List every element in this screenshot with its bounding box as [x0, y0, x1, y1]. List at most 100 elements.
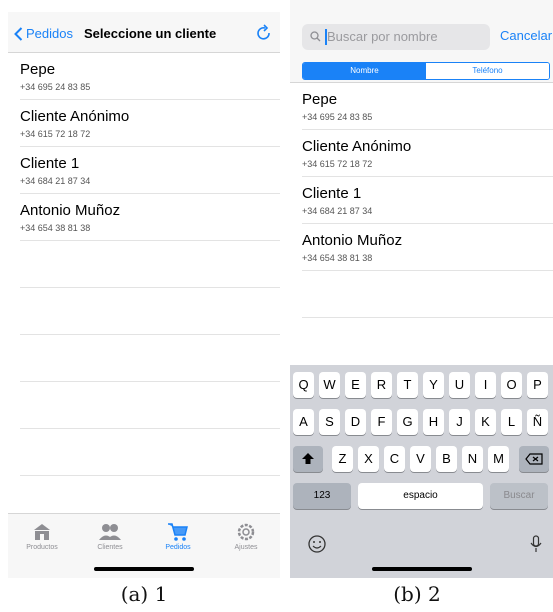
search-icon — [310, 31, 321, 42]
chevron-left-icon — [14, 26, 23, 41]
list-item[interactable]: Cliente Anónimo +34 615 72 18 72 — [302, 130, 553, 177]
client-phone: +34 615 72 18 72 — [20, 129, 91, 139]
key-i[interactable]: I — [475, 372, 496, 398]
client-phone: +34 695 24 83 85 — [20, 82, 91, 92]
key-c[interactable]: C — [384, 446, 405, 472]
empty-row — [302, 271, 553, 318]
key-w[interactable]: W — [319, 372, 340, 398]
list-item[interactable]: Antonio Muñoz +34 654 38 81 38 — [20, 194, 280, 241]
delete-key[interactable] — [519, 446, 549, 472]
key-x[interactable]: X — [358, 446, 379, 472]
client-name: Antonio Muñoz — [302, 232, 403, 249]
caption-a: (a) 1 — [120, 582, 168, 606]
tab-ajustes[interactable]: Ajustes — [212, 520, 280, 551]
shift-key[interactable] — [293, 446, 323, 472]
key-d[interactable]: D — [345, 409, 366, 435]
list-item[interactable]: Antonio Muñoz +34 654 38 81 38 — [302, 224, 553, 271]
list-item[interactable]: Pepe +34 695 24 83 85 — [20, 53, 280, 100]
client-phone: +34 654 38 81 38 — [20, 223, 91, 233]
space-key[interactable]: espacio — [358, 483, 483, 509]
key-k[interactable]: K — [475, 409, 496, 435]
client-list: Pepe +34 695 24 83 85 Cliente Anónimo +3… — [8, 53, 280, 476]
refresh-icon — [257, 24, 270, 40]
client-name: Cliente Anónimo — [20, 108, 130, 125]
client-phone: +34 684 21 87 34 — [302, 206, 373, 216]
tab-label: Productos — [26, 544, 58, 551]
key-j[interactable]: J — [449, 409, 470, 435]
microphone-icon — [530, 535, 542, 552]
key-b[interactable]: B — [436, 446, 457, 472]
dictation-key[interactable] — [530, 535, 542, 558]
list-item[interactable]: Cliente 1 +34 684 21 87 34 — [20, 147, 280, 194]
client-list: Pepe +34 695 24 83 85 Cliente Anónimo +3… — [290, 83, 553, 318]
gear-icon — [237, 523, 255, 541]
key-enye[interactable]: Ñ — [527, 409, 548, 435]
key-v[interactable]: V — [410, 446, 431, 472]
tab-label: Pedidos — [165, 544, 191, 551]
client-phone: +34 654 38 81 38 — [302, 253, 373, 263]
client-phone: +34 695 24 83 85 — [302, 112, 373, 122]
empty-row — [20, 288, 280, 335]
key-z[interactable]: Z — [332, 446, 353, 472]
empty-row — [20, 335, 280, 382]
client-phone: +34 615 72 18 72 — [302, 159, 373, 169]
key-f[interactable]: F — [371, 409, 392, 435]
back-button[interactable]: Pedidos — [14, 26, 73, 41]
list-item[interactable]: Cliente Anónimo +34 615 72 18 72 — [20, 100, 280, 147]
screen-select-client: Pedidos Seleccione un cliente Pepe +34 6… — [8, 0, 280, 578]
tab-label: Ajustes — [234, 544, 258, 551]
key-q[interactable]: Q — [293, 372, 314, 398]
key-l[interactable]: L — [501, 409, 522, 435]
search-input[interactable]: Buscar por nombre — [302, 24, 490, 50]
search-placeholder: Buscar por nombre — [327, 29, 438, 44]
shift-icon — [302, 453, 314, 464]
emoji-key[interactable] — [308, 535, 326, 558]
refresh-button[interactable] — [256, 24, 272, 47]
client-phone: +34 684 21 87 34 — [20, 176, 91, 186]
client-name: Antonio Muñoz — [20, 202, 121, 219]
key-g[interactable]: G — [397, 409, 418, 435]
key-n[interactable]: N — [462, 446, 483, 472]
key-e[interactable]: E — [345, 372, 366, 398]
key-a[interactable]: A — [293, 409, 314, 435]
search-key[interactable]: Buscar — [490, 483, 548, 509]
key-t[interactable]: T — [397, 372, 418, 398]
list-item[interactable]: Pepe +34 695 24 83 85 — [302, 83, 553, 130]
search-scope-control: Nombre Teléfono — [302, 62, 550, 80]
key-m[interactable]: M — [488, 446, 509, 472]
client-name: Cliente 1 — [302, 185, 362, 202]
tab-productos[interactable]: Productos — [8, 520, 76, 551]
people-icon — [99, 524, 121, 540]
key-s[interactable]: S — [319, 409, 340, 435]
segment-nombre[interactable]: Nombre — [303, 63, 426, 79]
segment-telefono[interactable]: Teléfono — [426, 63, 549, 79]
home-indicator — [372, 567, 472, 571]
client-name: Pepe — [302, 91, 338, 108]
tab-clientes[interactable]: Clientes — [76, 520, 144, 551]
caption-b: (b) 2 — [393, 582, 441, 606]
key-r[interactable]: R — [371, 372, 392, 398]
client-name: Cliente Anónimo — [302, 138, 412, 155]
backspace-icon — [525, 453, 543, 465]
page-title: Seleccione un cliente — [84, 26, 217, 41]
key-o[interactable]: O — [501, 372, 522, 398]
tab-bar: Productos Clientes Pedidos Ajustes — [8, 513, 280, 578]
store-icon — [34, 524, 50, 540]
emoji-icon — [308, 535, 326, 553]
key-y[interactable]: Y — [423, 372, 444, 398]
keyboard: Q W E R T Y U I O P A S D F G H J K L Ñ … — [290, 365, 553, 578]
cart-icon — [168, 523, 188, 541]
key-h[interactable]: H — [423, 409, 444, 435]
key-u[interactable]: U — [449, 372, 470, 398]
home-indicator — [94, 567, 194, 571]
empty-row — [20, 429, 280, 476]
search-header: Buscar por nombre Cancelar Nombre Teléfo… — [290, 0, 553, 83]
cancel-button[interactable]: Cancelar — [500, 28, 552, 43]
back-label: Pedidos — [26, 26, 73, 41]
tab-pedidos[interactable]: Pedidos — [144, 520, 212, 551]
empty-row — [20, 241, 280, 288]
list-item[interactable]: Cliente 1 +34 684 21 87 34 — [302, 177, 553, 224]
screen-search-client: Buscar por nombre Cancelar Nombre Teléfo… — [290, 0, 553, 578]
numbers-key[interactable]: 123 — [293, 483, 351, 509]
key-p[interactable]: P — [527, 372, 548, 398]
